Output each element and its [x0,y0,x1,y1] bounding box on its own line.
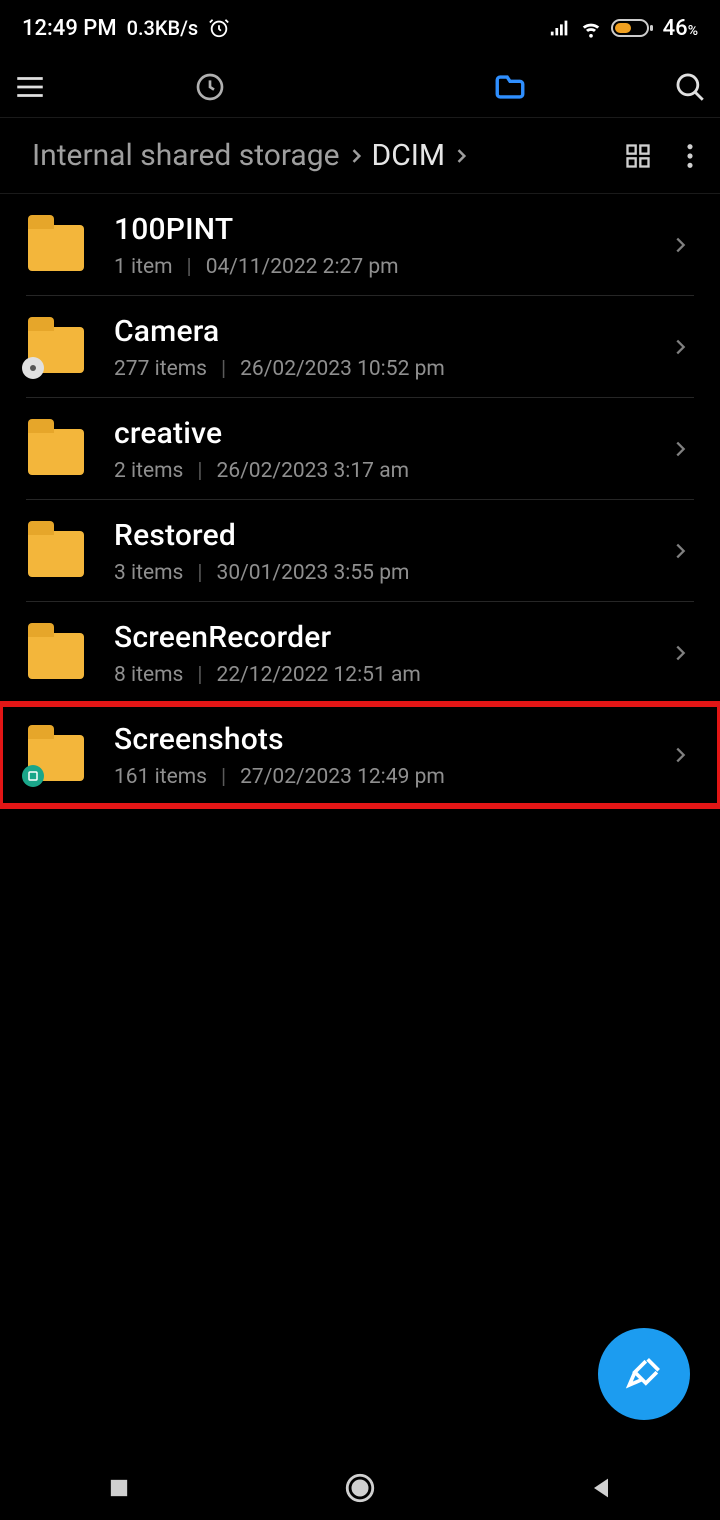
folder-meta: 1 item | 04/11/2022 2:27 pm [114,255,660,279]
folder-text: Screenshots 161 items | 27/02/2023 12:49 pm [114,722,660,789]
chevron-right-icon [660,642,700,664]
chevron-right-icon [660,744,700,766]
alarm-icon [208,17,230,39]
folder-icon [26,215,86,275]
folder-list: 100PINT 1 item | 04/11/2022 2:27 pm Camera 27… [0,194,720,806]
chevron-right-icon [451,146,471,166]
folder-item-count: 1 item [114,255,173,279]
folder-meta: 3 items | 30/01/2023 3:55 pm [114,561,660,585]
breadcrumb-row: Internal shared storage DCIM [0,118,720,194]
folder-name: Screenshots [114,722,660,757]
folder-row[interactable]: Screenshots 161 items | 27/02/2023 12:49 pm [0,704,720,806]
folder-meta: 8 items | 22/12/2022 12:51 am [114,663,660,687]
tab-recent[interactable] [194,71,226,103]
folder-row[interactable]: ScreenRecorder 8 items | 22/12/2022 12:51 a… [0,602,720,704]
folder-icon [26,623,86,683]
folder-date: 30/01/2023 3:55 pm [217,561,410,585]
nav-back-button[interactable] [587,1474,615,1502]
top-nav [0,56,720,118]
folder-item-count: 8 items [114,663,183,687]
battery-icon [611,17,655,39]
camera-badge-icon [22,357,44,379]
folder-text: ScreenRecorder 8 items | 22/12/2022 12:51 a… [114,620,660,687]
separator: | [197,663,202,687]
folder-date: 26/02/2023 3:17 am [217,459,410,483]
chevron-right-icon [346,146,366,166]
folder-text: Camera 277 items | 26/02/2023 10:52 pm [114,314,660,381]
folder-row[interactable]: Camera 277 items | 26/02/2023 10:52 pm [0,296,720,398]
folder-date: 26/02/2023 10:52 pm [240,357,445,381]
clean-fab[interactable] [598,1328,690,1420]
status-net-speed: 0.3KB/s [127,16,199,40]
broom-icon [622,1352,666,1396]
battery-percent: 46% [663,16,698,41]
system-nav-bar [0,1456,720,1520]
chevron-right-icon [660,438,700,460]
separator: | [197,561,202,585]
separator: | [221,765,226,789]
breadcrumb-root[interactable]: Internal shared storage [32,138,340,173]
search-button[interactable] [660,70,720,104]
chevron-right-icon [660,540,700,562]
folder-meta: 2 items | 26/02/2023 3:17 am [114,459,660,483]
folder-name: Restored [114,518,660,553]
folder-name: 100PINT [114,212,660,247]
separator: | [221,357,226,381]
folder-item-count: 277 items [114,357,207,381]
folder-icon [26,317,86,377]
view-grid-button[interactable] [624,142,652,170]
tab-files[interactable] [493,70,527,104]
more-options-button[interactable] [686,142,694,170]
folder-icon [26,725,86,785]
screenshot-badge-icon [22,765,44,787]
folder-name: creative [114,416,660,451]
chevron-right-icon [660,234,700,256]
menu-button[interactable] [0,70,60,104]
folder-icon [26,521,86,581]
signal-icon [549,17,571,39]
folder-item-count: 2 items [114,459,183,483]
folder-meta: 277 items | 26/02/2023 10:52 pm [114,357,660,381]
separator: | [197,459,202,483]
separator: | [187,255,192,279]
folder-item-count: 3 items [114,561,183,585]
folder-name: Camera [114,314,660,349]
wifi-icon [579,17,603,39]
folder-text: creative 2 items | 26/02/2023 3:17 am [114,416,660,483]
status-time: 12:49 PM [22,16,117,41]
nav-recent-button[interactable] [105,1474,133,1502]
folder-item-count: 161 items [114,765,207,789]
folder-text: 100PINT 1 item | 04/11/2022 2:27 pm [114,212,660,279]
folder-meta: 161 items | 27/02/2023 12:49 pm [114,765,660,789]
status-bar: 12:49 PM 0.3KB/s 46% [0,0,720,56]
folder-row[interactable]: 100PINT 1 item | 04/11/2022 2:27 pm [0,194,720,296]
folder-text: Restored 3 items | 30/01/2023 3:55 pm [114,518,660,585]
nav-home-button[interactable] [343,1471,377,1505]
folder-name: ScreenRecorder [114,620,660,655]
folder-date: 27/02/2023 12:49 pm [240,765,445,789]
folder-date: 04/11/2022 2:27 pm [206,255,399,279]
chevron-right-icon [660,336,700,358]
breadcrumb[interactable]: Internal shared storage DCIM [32,138,471,173]
folder-icon [26,419,86,479]
folder-row[interactable]: Restored 3 items | 30/01/2023 3:55 pm [0,500,720,602]
breadcrumb-current[interactable]: DCIM [372,138,446,173]
folder-date: 22/12/2022 12:51 am [217,663,421,687]
folder-row[interactable]: creative 2 items | 26/02/2023 3:17 am [0,398,720,500]
